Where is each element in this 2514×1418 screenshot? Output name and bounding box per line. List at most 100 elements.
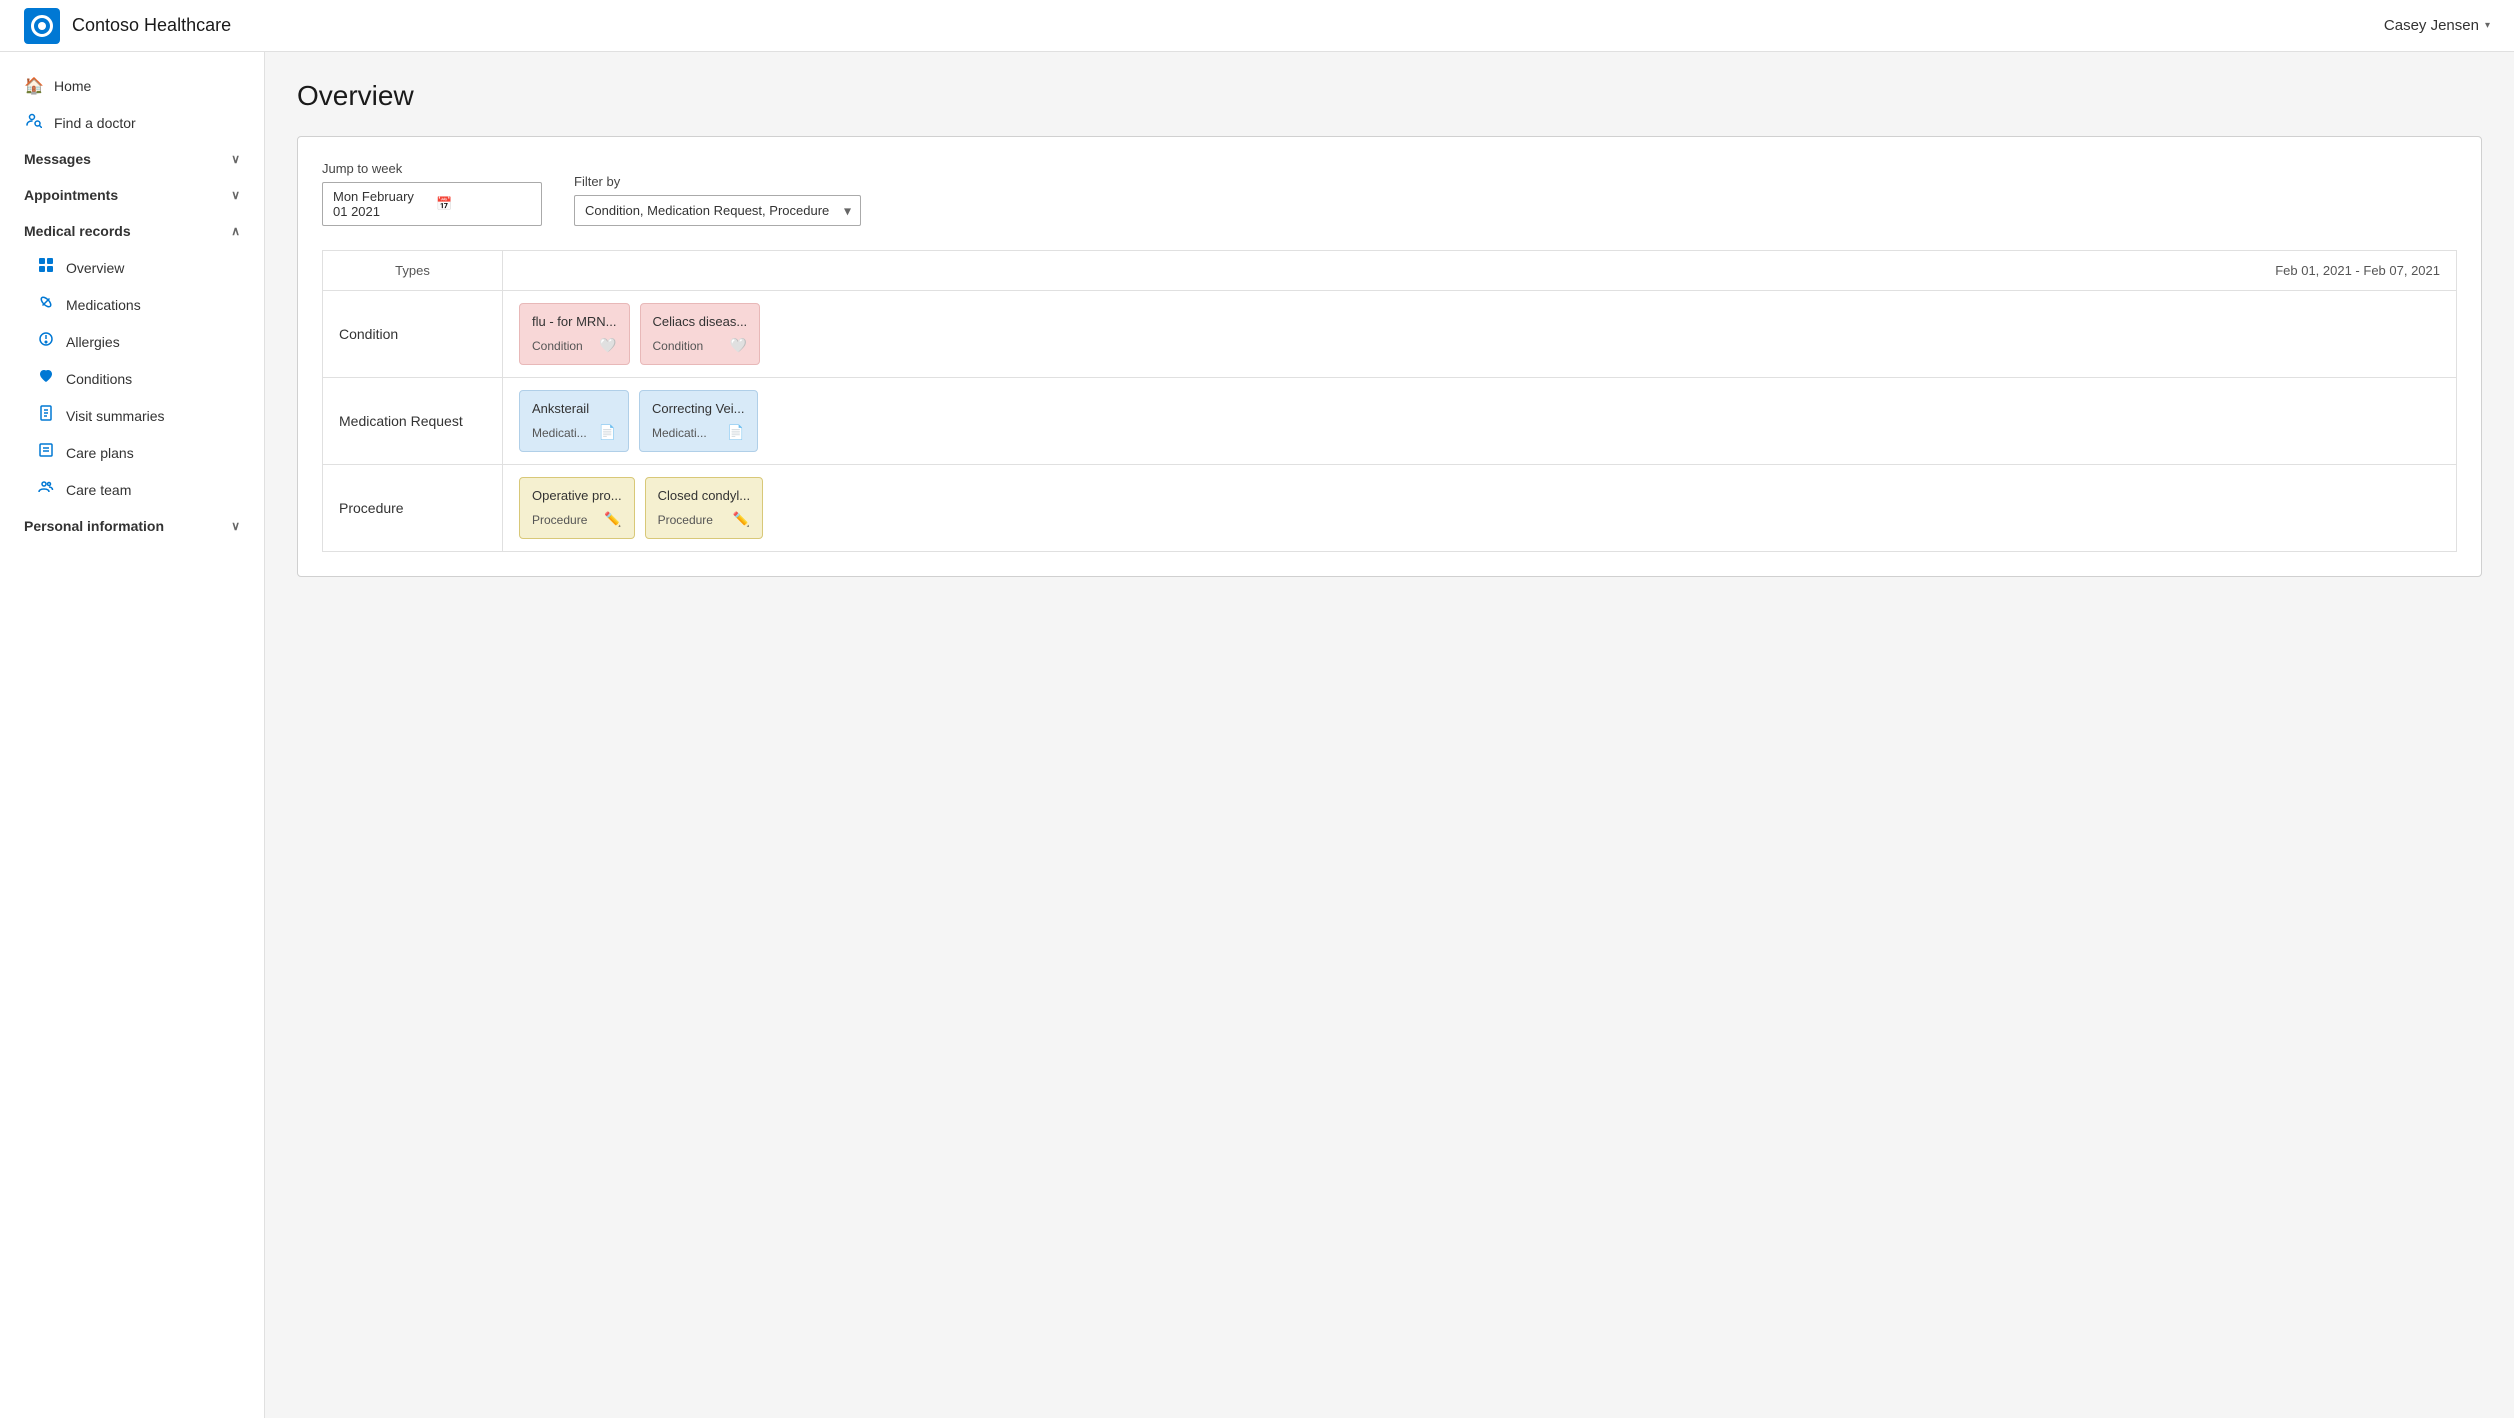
procedure-card-2-type: Procedure [658, 513, 713, 527]
sidebar-item-care-team[interactable]: Care team [0, 471, 264, 508]
sidebar-item-medications[interactable]: Medications [0, 286, 264, 323]
date-range-header: Feb 01, 2021 - Feb 07, 2021 [503, 251, 2457, 291]
visit-summaries-label: Visit summaries [66, 408, 165, 424]
overview-icon [36, 257, 56, 278]
filters-row: Jump to week Mon February 01 2021 📅 Filt… [322, 161, 2457, 226]
procedure-card-2[interactable]: Closed condyl... Procedure ✏️ [645, 477, 764, 539]
care-team-icon [36, 479, 56, 500]
medication-card-2-type: Medicati... [652, 426, 707, 440]
filter-by-group: Filter by Condition, Medication Request,… [574, 174, 861, 226]
procedure-card-2-title: Closed condyl... [658, 488, 751, 503]
row-label-procedure: Procedure [323, 465, 503, 552]
medication-card-1-icon: 📄 [599, 424, 616, 441]
medication-card-1-footer: Medicati... 📄 [532, 424, 616, 441]
procedure-card-1-footer: Procedure ✏️ [532, 511, 622, 528]
app-header: Contoso Healthcare Casey Jensen ▾ [0, 0, 2514, 52]
sidebar-home-label: Home [54, 78, 91, 94]
condition-card-2-icon: 🤍 [730, 337, 747, 354]
procedure-card-1[interactable]: Operative pro... Procedure ✏️ [519, 477, 635, 539]
row-cards-medication: Anksterail Medicati... 📄 Correcting Vei.… [503, 378, 2457, 465]
filter-select[interactable]: Condition, Medication Request, Procedure [574, 195, 861, 226]
row-label-medication: Medication Request [323, 378, 503, 465]
condition-card-2[interactable]: Celiacs diseas... Condition 🤍 [640, 303, 761, 365]
medical-records-chevron: ∧ [231, 224, 240, 238]
condition-card-1-icon: 🤍 [599, 337, 616, 354]
sidebar-item-visit-summaries[interactable]: Visit summaries [0, 397, 264, 434]
row-label-condition: Condition [323, 291, 503, 378]
medication-card-1-title: Anksterail [532, 401, 616, 416]
medication-card-2[interactable]: Correcting Vei... Medicati... 📄 [639, 390, 758, 452]
care-plans-icon [36, 442, 56, 463]
medication-cards: Anksterail Medicati... 📄 Correcting Vei.… [519, 390, 2440, 452]
user-menu[interactable]: Casey Jensen ▾ [2384, 17, 2490, 34]
user-name: Casey Jensen [2384, 17, 2479, 34]
medications-label: Medications [66, 297, 141, 313]
condition-card-1-footer: Condition 🤍 [532, 337, 617, 354]
medication-card-2-title: Correcting Vei... [652, 401, 745, 416]
condition-card-1-type: Condition [532, 339, 583, 353]
sidebar-item-allergies[interactable]: Allergies [0, 323, 264, 360]
filter-by-label: Filter by [574, 174, 861, 189]
medical-records-label: Medical records [24, 223, 131, 239]
sidebar-find-doctor-label: Find a doctor [54, 115, 136, 131]
condition-cards: flu - for MRN... Condition 🤍 Celiacs dis… [519, 303, 2440, 365]
condition-card-2-footer: Condition 🤍 [653, 337, 748, 354]
overview-card: Jump to week Mon February 01 2021 📅 Filt… [297, 136, 2482, 577]
user-menu-chevron: ▾ [2485, 20, 2490, 31]
visit-summaries-icon [36, 405, 56, 426]
medication-card-1-type: Medicati... [532, 426, 587, 440]
filter-select-wrapper: Condition, Medication Request, Procedure [574, 195, 861, 226]
sidebar-section-appointments[interactable]: Appointments ∨ [0, 177, 264, 213]
conditions-label: Conditions [66, 371, 132, 387]
appointments-label: Appointments [24, 187, 118, 203]
personal-information-label: Personal information [24, 518, 164, 534]
allergies-icon [36, 331, 56, 352]
procedure-card-2-icon: ✏️ [733, 511, 750, 528]
sidebar-item-conditions[interactable]: Conditions [0, 360, 264, 397]
care-plans-label: Care plans [66, 445, 134, 461]
medications-icon [36, 294, 56, 315]
appointments-chevron: ∨ [231, 188, 240, 202]
home-icon: 🏠 [24, 76, 44, 96]
table-row-condition: Condition flu - for MRN... Condition 🤍 [323, 291, 2457, 378]
medication-card-2-footer: Medicati... 📄 [652, 424, 745, 441]
overview-label: Overview [66, 260, 124, 276]
condition-card-2-type: Condition [653, 339, 704, 353]
overview-table: Types Feb 01, 2021 - Feb 07, 2021 Condit… [322, 250, 2457, 552]
care-team-label: Care team [66, 482, 131, 498]
conditions-icon [36, 368, 56, 389]
row-cards-procedure: Operative pro... Procedure ✏️ Closed con… [503, 465, 2457, 552]
procedure-card-1-title: Operative pro... [532, 488, 622, 503]
sidebar-item-care-plans[interactable]: Care plans [0, 434, 264, 471]
messages-chevron: ∨ [231, 152, 240, 166]
calendar-icon[interactable]: 📅 [436, 196, 531, 212]
procedure-cards: Operative pro... Procedure ✏️ Closed con… [519, 477, 2440, 539]
types-header: Types [323, 251, 503, 291]
medical-records-children: Overview Medications Allergies Condition… [0, 249, 264, 508]
sidebar: 🏠 Home Find a doctor Messages ∨ Appointm… [0, 52, 265, 1418]
layout: 🏠 Home Find a doctor Messages ∨ Appointm… [0, 52, 2514, 1418]
procedure-card-1-type: Procedure [532, 513, 587, 527]
sidebar-section-medical-records[interactable]: Medical records ∧ [0, 213, 264, 249]
logo [24, 8, 60, 44]
medication-card-1[interactable]: Anksterail Medicati... 📄 [519, 390, 629, 452]
condition-card-1[interactable]: flu - for MRN... Condition 🤍 [519, 303, 630, 365]
sidebar-section-personal-information[interactable]: Personal information ∨ [0, 508, 264, 544]
procedure-card-1-icon: ✏️ [604, 511, 621, 528]
sidebar-section-messages[interactable]: Messages ∨ [0, 141, 264, 177]
date-value: Mon February 01 2021 [333, 189, 428, 219]
main-content: Overview Jump to week Mon February 01 20… [265, 52, 2514, 1418]
allergies-label: Allergies [66, 334, 120, 350]
condition-card-1-title: flu - for MRN... [532, 314, 617, 329]
app-name: Contoso Healthcare [72, 15, 231, 36]
sidebar-item-overview[interactable]: Overview [0, 249, 264, 286]
messages-label: Messages [24, 151, 91, 167]
procedure-card-2-footer: Procedure ✏️ [658, 511, 751, 528]
sidebar-item-home[interactable]: 🏠 Home [0, 68, 264, 104]
sidebar-item-find-doctor[interactable]: Find a doctor [0, 104, 264, 141]
date-input-wrapper[interactable]: Mon February 01 2021 📅 [322, 182, 542, 226]
table-row-procedure: Procedure Operative pro... Procedure ✏️ [323, 465, 2457, 552]
row-cards-condition: flu - for MRN... Condition 🤍 Celiacs dis… [503, 291, 2457, 378]
logo-icon [31, 15, 53, 37]
condition-card-2-title: Celiacs diseas... [653, 314, 748, 329]
